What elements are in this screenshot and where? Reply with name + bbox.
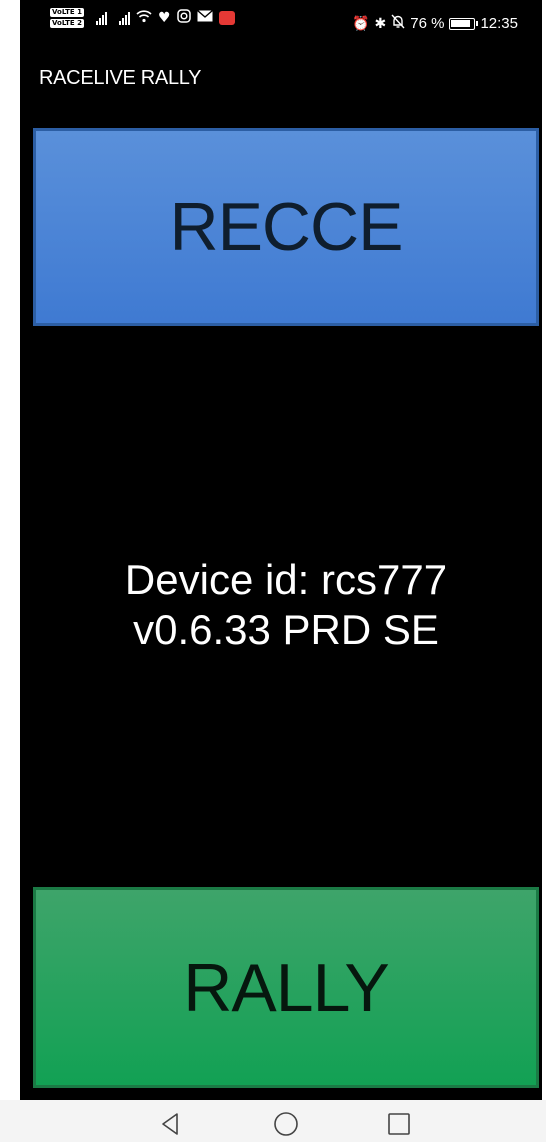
volte-indicators: VoLTE 1 VoLTE 2 [50,8,85,28]
bluetooth-icon: ✱ [374,15,387,32]
status-bar-right: ⏰ ✱ 76 % 12:35 [352,14,518,33]
instagram-icon [176,9,191,27]
signal-icon [119,11,131,25]
device-info: Device id: rcs777 v0.6.33 PRD SE [20,555,546,655]
rally-button[interactable]: RALLY [33,887,539,1088]
status-bar: VoLTE 1 VoLTE 2 ♥ ⏰ ✱ 76 % 12:35 [20,0,542,50]
bell-off-icon [391,14,405,33]
signal-icon [96,11,108,25]
app-title: RACELIVE RALLY [39,67,202,89]
status-bar-left: VoLTE 1 VoLTE 2 ♥ [50,8,235,28]
volte-1-badge: VoLTE 1 [50,8,85,17]
volte-2-badge: VoLTE 2 [50,19,85,28]
back-icon[interactable] [156,1110,184,1138]
wifi-icon [136,9,152,27]
recce-button[interactable]: RECCE [33,128,539,326]
mail-icon [196,9,213,26]
recce-button-label: RECCE [169,189,403,265]
device-id-text: Device id: rcs777 [124,556,448,603]
home-icon[interactable] [272,1110,300,1138]
clock: 12:35 [480,15,518,32]
recent-apps-icon[interactable] [385,1110,413,1138]
sms-app-icon [218,11,235,25]
battery-percent: 76 % [410,15,445,32]
health-heart-icon: ♥ [158,10,171,26]
app-screen: VoLTE 1 VoLTE 2 ♥ ⏰ ✱ 76 % 12:35 RACELIV… [20,0,542,1100]
rally-button-label: RALLY [183,949,389,1026]
battery-icon [449,17,479,30]
navigation-bar [0,1100,546,1142]
alarm-icon: ⏰ [352,15,370,32]
app-version-text: v0.6.33 PRD SE [133,606,439,653]
